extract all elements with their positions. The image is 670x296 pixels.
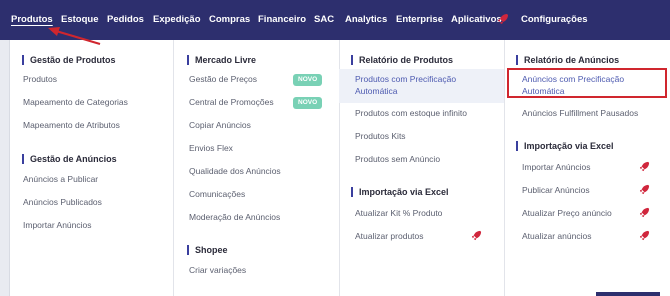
red-arrow (48, 27, 101, 46)
bottom-bar (596, 292, 660, 296)
